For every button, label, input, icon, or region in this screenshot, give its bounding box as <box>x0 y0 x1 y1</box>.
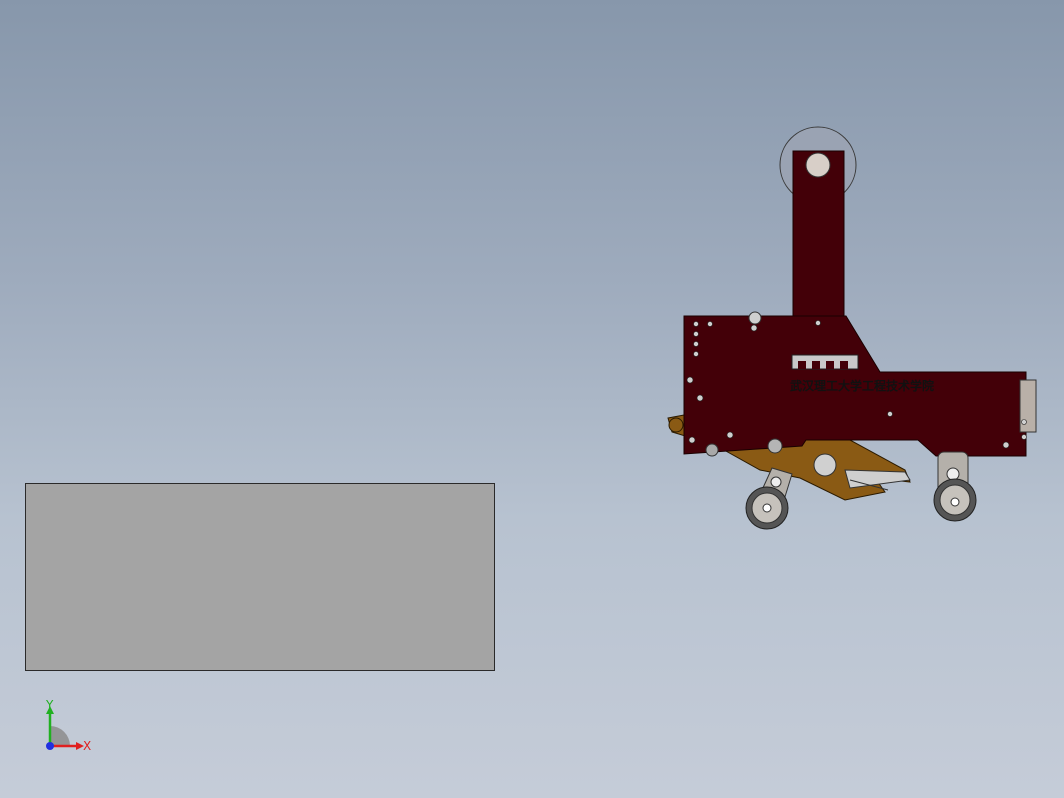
y-axis-label: Y <box>45 698 54 712</box>
x-axis-label: X <box>83 739 91 753</box>
graphics-viewport[interactable]: 武汉理工大学工程技术学院 Y X <box>0 0 1064 798</box>
coordinate-triad: Y X <box>45 698 91 753</box>
z-axis-icon <box>46 742 54 750</box>
slot-tooth <box>840 361 848 369</box>
plate-engraving: 武汉理工大学工程技术学院 <box>790 378 934 393</box>
bracket-pivot <box>668 417 684 433</box>
top-bolt <box>748 311 762 325</box>
slot-tooth <box>826 361 834 369</box>
right-wheel-axle <box>950 497 960 507</box>
slot-tooth <box>812 361 820 369</box>
triad-plane-icon <box>50 726 70 746</box>
mechanism-assembly[interactable]: 武汉理工大学工程技术学院 <box>0 0 1064 798</box>
bottom-bolt <box>705 443 719 457</box>
top-pulley-hub <box>805 152 831 178</box>
slot-tooth <box>798 361 806 369</box>
bracket-hole <box>813 453 837 477</box>
arm-pivot <box>770 476 782 488</box>
arm-pivot <box>946 467 960 481</box>
bottom-bolt <box>767 438 783 454</box>
left-wheel-axle <box>762 503 772 513</box>
